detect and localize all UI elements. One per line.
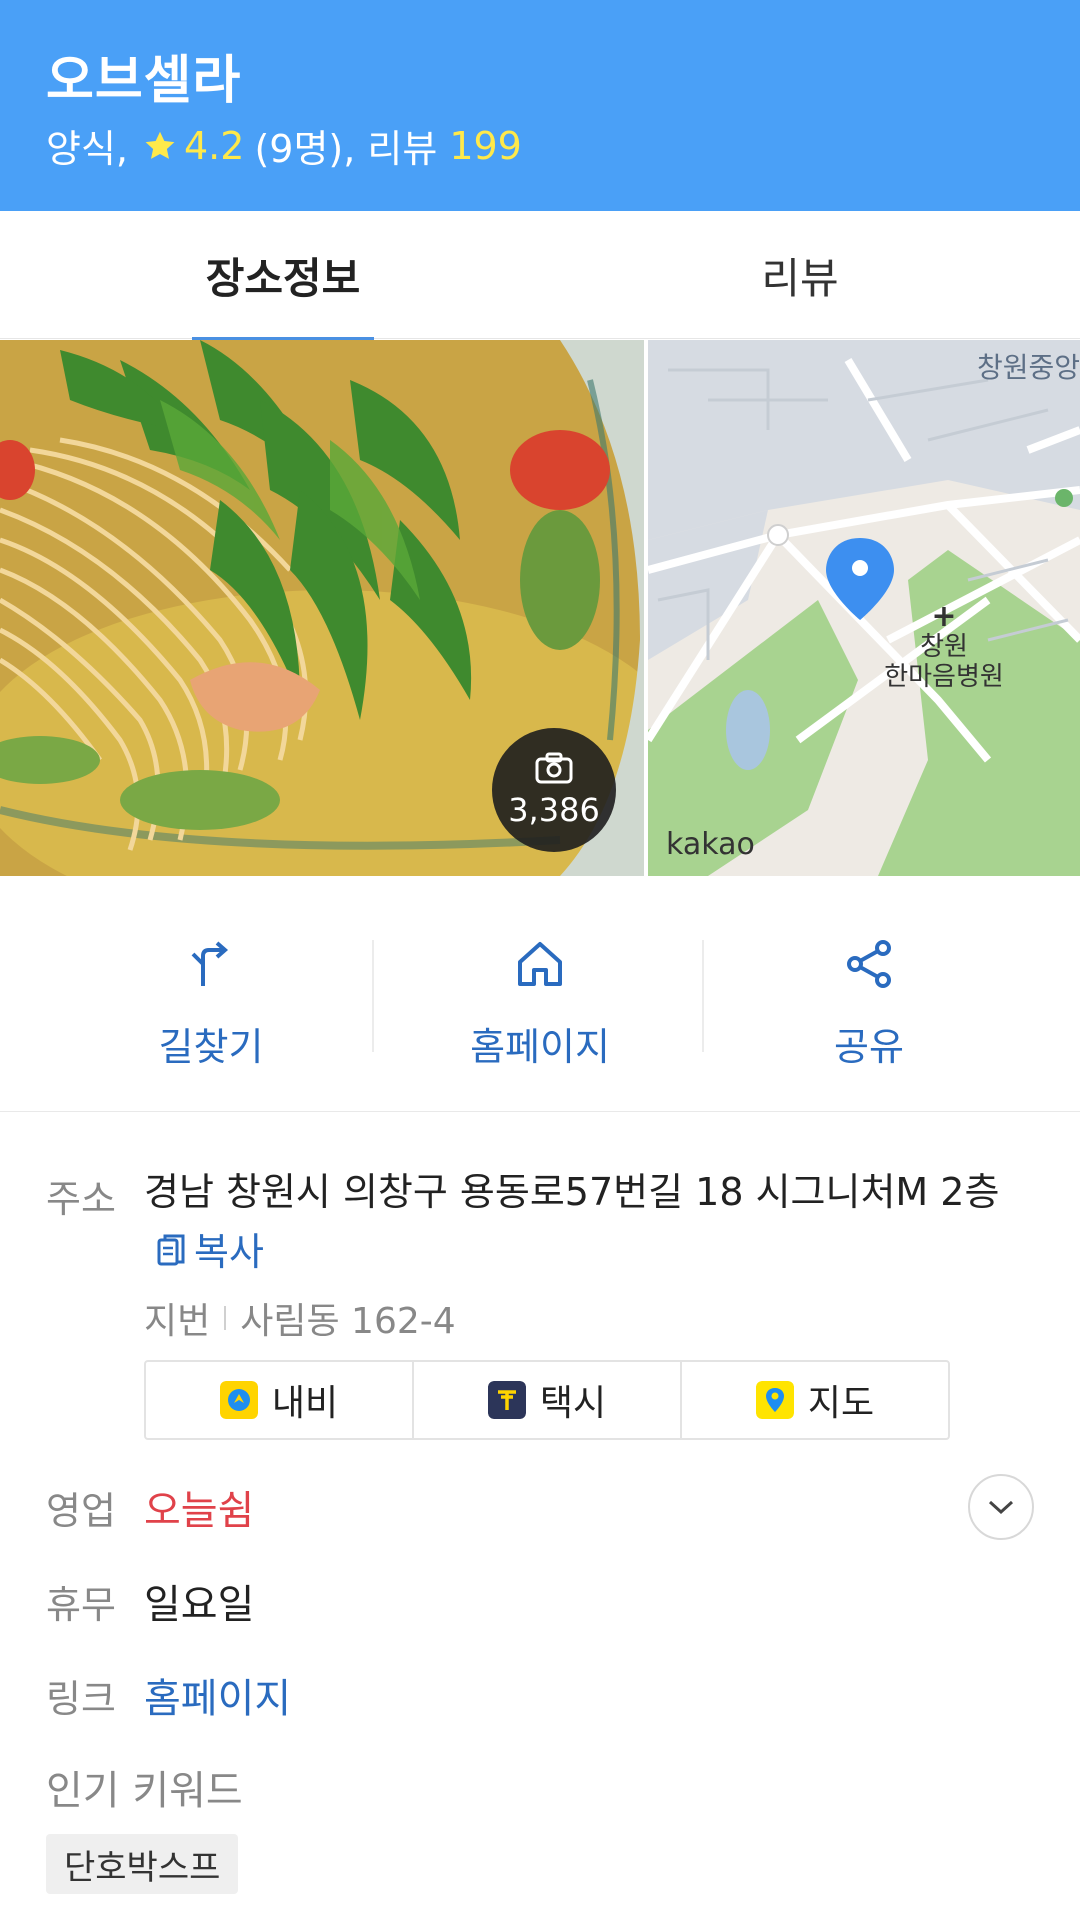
action-bar: 길찾기 홈페이지 공유	[0, 876, 1080, 1112]
keyword-chip[interactable]: 단호박스프	[46, 1834, 239, 1894]
homepage-label: 홈페이지	[470, 1025, 610, 1069]
holiday-value: 일요일	[144, 1582, 255, 1628]
hours-label: 영업	[46, 1489, 116, 1533]
rating-count: (9명), 리뷰	[254, 127, 438, 171]
camera-icon	[535, 752, 573, 784]
separator	[224, 1306, 227, 1330]
review-count: 199	[449, 123, 522, 168]
directions-icon	[191, 941, 229, 986]
lot-address: 지번 사림동 162-4	[144, 1292, 456, 1344]
directions-label: 길찾기	[158, 1025, 264, 1069]
kakaomap-icon	[755, 1381, 794, 1419]
kakao-logo: kakao	[666, 827, 755, 862]
kakaomap-button[interactable]: 지도	[682, 1362, 948, 1438]
kakaonavi-label: 내비	[271, 1383, 339, 1424]
share-label: 공유	[834, 1025, 904, 1069]
kakaot-taxi-icon	[487, 1381, 526, 1419]
copy-icon	[157, 1234, 185, 1266]
nav-app-buttons: 내비 택시 지도	[144, 1360, 950, 1440]
star-icon	[145, 131, 175, 159]
place-title: 오브셀라	[46, 51, 242, 111]
divider	[372, 940, 374, 1052]
copy-label: 복사	[194, 1230, 264, 1274]
address-value: 경남 창원시 의창구 용동로57번길 18 시그니처M 2층	[144, 1170, 1000, 1214]
kakaonavi-button[interactable]: 내비	[146, 1362, 414, 1438]
popular-keywords-title: 인기 키워드	[46, 1768, 243, 1814]
map-image	[648, 340, 1080, 876]
jibun-label: 지번	[144, 1301, 211, 1342]
photo-count-button[interactable]: 3,386	[492, 728, 616, 852]
photo-count: 3,386	[508, 791, 600, 829]
tab-reviews[interactable]: 리뷰	[740, 211, 860, 339]
tab-bar: 장소정보 리뷰	[0, 211, 1080, 340]
taxi-button[interactable]: 택시	[414, 1362, 682, 1438]
directions-button[interactable]: 길찾기	[46, 876, 376, 1112]
taxi-label: 택시	[539, 1383, 607, 1424]
homepage-button[interactable]: 홈페이지	[375, 876, 705, 1112]
category-text: 양식,	[46, 127, 128, 171]
map-hospital-line2: 한마음병원	[884, 662, 1004, 692]
map-label-hospital: + 창원 한마음병원	[874, 599, 1014, 693]
expand-hours-button[interactable]	[968, 1474, 1034, 1540]
hospital-icon: +	[931, 599, 957, 634]
media-section: 3,386 창원중앙 + 창원 한마음병원 kakao	[0, 340, 1080, 876]
kakaomap-label: 지도	[807, 1383, 875, 1424]
link-label: 링크	[46, 1677, 116, 1721]
place-summary: 양식, 4.2 (9명), 리뷰 199	[46, 118, 522, 173]
rating-value: 4.2	[184, 123, 245, 168]
jibun-value: 사림동 162-4	[240, 1301, 456, 1342]
chevron-down-icon	[988, 1500, 1014, 1515]
homepage-link[interactable]: 홈페이지	[144, 1666, 291, 1724]
copy-address-button[interactable]: 복사	[156, 1222, 264, 1282]
kakaonavi-icon	[219, 1381, 258, 1419]
address-label: 주소	[46, 1177, 116, 1221]
address-text: 경남 창원시 의창구 용동로57번길 18 시그니처M 2층 복사	[144, 1162, 1024, 1287]
home-icon	[518, 942, 562, 986]
share-icon	[847, 940, 891, 988]
food-photo[interactable]: 3,386	[0, 340, 644, 876]
location-map[interactable]: 창원중앙 + 창원 한마음병원 kakao	[648, 340, 1080, 876]
holiday-label: 휴무	[46, 1583, 116, 1627]
tab-place-info[interactable]: 장소정보	[192, 211, 374, 340]
share-button[interactable]: 공유	[704, 876, 1034, 1112]
map-label-area: 창원중앙	[976, 351, 1080, 384]
place-header: 오브셀라 양식, 4.2 (9명), 리뷰 199	[0, 0, 1080, 211]
map-hospital-line1: 창원	[920, 632, 968, 662]
hours-status: 오늘쉼	[144, 1488, 255, 1534]
